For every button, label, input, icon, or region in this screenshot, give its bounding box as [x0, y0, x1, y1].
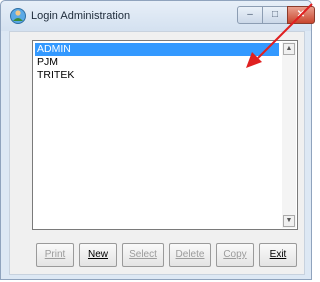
delete-label: Delete: [175, 249, 205, 260]
login-list[interactable]: ADMIN PJM TRITEK ▲ ▼: [32, 40, 298, 230]
exit-button[interactable]: Exit: [259, 243, 297, 267]
select-button[interactable]: Select: [122, 243, 164, 267]
vertical-scrollbar[interactable]: ▲ ▼: [282, 42, 296, 228]
delete-button[interactable]: Delete: [169, 243, 211, 267]
copy-button[interactable]: Copy: [216, 243, 254, 267]
exit-label: Exit: [269, 249, 287, 260]
window-title: Login Administration: [31, 10, 131, 22]
list-item-pjm[interactable]: PJM: [35, 56, 279, 69]
app-icon: [10, 8, 26, 24]
list-item-tritek[interactable]: TRITEK: [35, 69, 279, 82]
title-bar[interactable]: Login Administration – □ ✕: [1, 1, 315, 31]
new-button[interactable]: New: [79, 243, 117, 267]
scroll-up-button[interactable]: ▲: [283, 43, 295, 55]
minimize-button[interactable]: –: [237, 6, 263, 24]
copy-label: Copy: [223, 249, 247, 260]
print-label: Print: [44, 249, 66, 260]
print-button[interactable]: Print: [36, 243, 74, 267]
select-label: Select: [129, 249, 157, 260]
scroll-down-button[interactable]: ▼: [283, 215, 295, 227]
list-item-admin[interactable]: ADMIN: [35, 43, 279, 56]
close-button[interactable]: ✕: [287, 6, 315, 24]
maximize-button[interactable]: □: [262, 6, 288, 24]
new-label: New: [87, 249, 108, 260]
